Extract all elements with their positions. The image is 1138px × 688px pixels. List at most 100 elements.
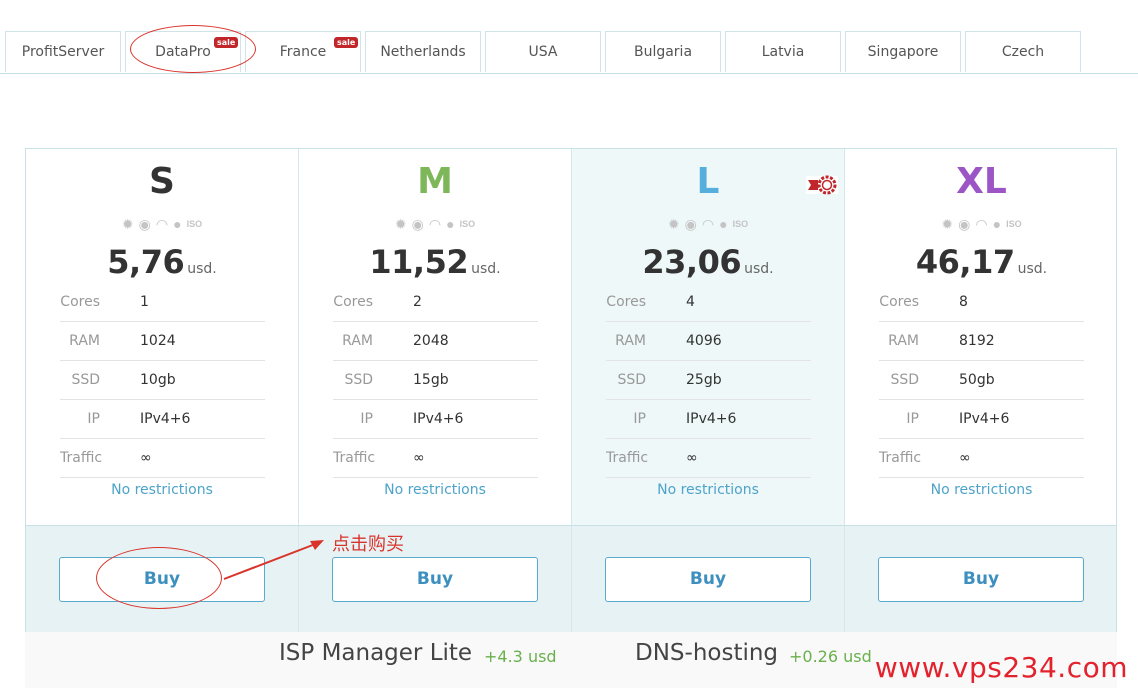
spec-value: IPv4+6 (959, 411, 1010, 427)
tab-netherlands[interactable]: Netherlands (365, 31, 481, 72)
spec-label: Traffic (333, 450, 376, 466)
spec-value: 8192 (959, 333, 995, 349)
spec-label: Cores (606, 294, 646, 310)
plan-name: L (696, 161, 720, 202)
iso-icon: ISO (732, 219, 749, 229)
spec-value: ∞ (686, 450, 698, 466)
tab-datapro[interactable]: DataPro sale (125, 31, 241, 72)
price-value: 46,17 (915, 243, 1015, 281)
spec-label: Cores (879, 294, 919, 310)
plan-name: S (149, 161, 175, 202)
iso-icon: ISO (186, 219, 203, 229)
ubuntu-icon: ◉ (958, 216, 976, 232)
spec-label: SSD (890, 372, 919, 388)
tab-czech[interactable]: Czech (965, 31, 1081, 72)
spec-value: 1024 (140, 333, 176, 349)
os-icons: ✹◉◠●ISO (26, 216, 298, 233)
tab-latvia[interactable]: Latvia (725, 31, 841, 72)
spec-value: 15gb (413, 372, 449, 388)
spec-row-traffic: Traffic ∞ (60, 439, 265, 478)
debian-icon: ◠ (975, 216, 993, 232)
spec-table: Cores 1 RAM 1024 SSD 10gb IP IPv4+6 Traffic ∞ (60, 283, 265, 478)
spec-label: SSD (71, 372, 100, 388)
spec-row-ssd: SSD 25gb (606, 361, 811, 400)
annotation-text: 点击购买 (332, 534, 404, 555)
spec-label: SSD (617, 372, 646, 388)
no-restrictions-link[interactable]: No restrictions (572, 482, 844, 498)
buy-button-xl[interactable]: Buy (878, 557, 1084, 602)
addon-name[interactable]: ISP Manager Lite (279, 640, 472, 666)
spec-label: Traffic (60, 450, 103, 466)
spec-value: 10gb (140, 372, 176, 388)
spec-label: Cores (60, 294, 100, 310)
price-currency: usd. (744, 261, 774, 277)
tab-singapore[interactable]: Singapore (845, 31, 961, 72)
plan-column-l: L ✹◉◠●ISO 23,06 usd. Cores 4 RAM 4096 SSD 25… (572, 149, 845, 525)
no-restrictions-link[interactable]: No restrictions (845, 482, 1118, 498)
sale-badge: sale (334, 37, 359, 48)
os-icons: ✹◉◠●ISO (845, 216, 1118, 233)
tab-label: ProfitServer (21, 44, 105, 60)
price-currency: usd. (471, 261, 501, 277)
spec-value: IPv4+6 (413, 411, 464, 427)
debian-icon: ◠ (428, 216, 447, 232)
tab-label: USA (528, 44, 558, 60)
plan-price: 5,76 usd. (26, 243, 298, 281)
spec-row-ram: RAM 2048 (333, 322, 538, 361)
no-restrictions-link[interactable]: No restrictions (26, 482, 298, 498)
iso-icon: ISO (459, 219, 476, 229)
freebsd-icon: ● (719, 216, 733, 232)
spec-row-ram: RAM 4096 (606, 322, 811, 361)
no-restrictions-link[interactable]: No restrictions (299, 482, 571, 498)
award-ribbon-icon (806, 175, 838, 195)
price-value: 5,76 (107, 243, 185, 281)
spec-row-ip: IP IPv4+6 (879, 400, 1084, 439)
spec-value: ∞ (413, 450, 425, 466)
spec-row-traffic: Traffic ∞ (879, 439, 1084, 478)
addon-price: +0.26 usd (789, 647, 872, 666)
spec-value: 4 (686, 294, 695, 310)
spec-value: 4096 (686, 333, 722, 349)
buy-button-m[interactable]: Buy (332, 557, 538, 602)
ubuntu-icon: ◉ (411, 216, 429, 232)
addon-name[interactable]: DNS-hosting (635, 640, 778, 666)
spec-label: RAM (69, 333, 100, 349)
spec-value: ∞ (140, 450, 152, 466)
ubuntu-icon: ◉ (684, 216, 702, 232)
spec-table: Cores 2 RAM 2048 SSD 15gb IP IPv4+6 Traffic ∞ (333, 283, 538, 478)
watermark: www.vps234.com (874, 651, 1128, 684)
spec-row-cores: Cores 4 (606, 283, 811, 322)
spec-row-ssd: SSD 50gb (879, 361, 1084, 400)
tab-profitserver[interactable]: ProfitServer (5, 31, 121, 72)
price-currency: usd. (187, 261, 217, 277)
tab-france[interactable]: France sale (245, 31, 361, 72)
debian-icon: ◠ (701, 216, 720, 232)
plan-price: 23,06 usd. (572, 243, 844, 281)
spec-label: Cores (333, 294, 373, 310)
buy-area: Buy Buy Buy Buy (26, 525, 1116, 633)
spec-value: 2048 (413, 333, 449, 349)
spec-label: Traffic (879, 450, 922, 466)
spec-row-ip: IP IPv4+6 (606, 400, 811, 439)
spec-label: IP (633, 411, 646, 427)
tab-label: Netherlands (380, 44, 466, 60)
tab-usa[interactable]: USA (485, 31, 601, 72)
spec-row-ip: IP IPv4+6 (60, 400, 265, 439)
plan-name: XL (956, 161, 1007, 202)
spec-value: 25gb (686, 372, 722, 388)
gear-icon: ✹ (667, 216, 685, 232)
os-icons: ✹◉◠●ISO (299, 216, 571, 233)
plan-column-s: S ✹◉◠●ISO 5,76 usd. Cores 1 RAM 1024 SSD 10g… (26, 149, 299, 525)
tab-bulgaria[interactable]: Bulgaria (605, 31, 721, 72)
buy-cell: Buy (845, 526, 1118, 633)
spec-label: IP (87, 411, 100, 427)
tab-label: DataPro (155, 44, 211, 60)
plan-column-xl: XL ✹◉◠●ISO 46,17 usd. Cores 8 RAM 8192 SSD 5… (845, 149, 1118, 525)
spec-row-cores: Cores 1 (60, 283, 265, 322)
spec-value: 8 (959, 294, 968, 310)
gear-icon: ✹ (394, 216, 412, 232)
buy-button-l[interactable]: Buy (605, 557, 811, 602)
gear-icon: ✹ (121, 216, 139, 232)
price-value: 11,52 (369, 243, 469, 281)
freebsd-icon: ● (173, 216, 187, 232)
